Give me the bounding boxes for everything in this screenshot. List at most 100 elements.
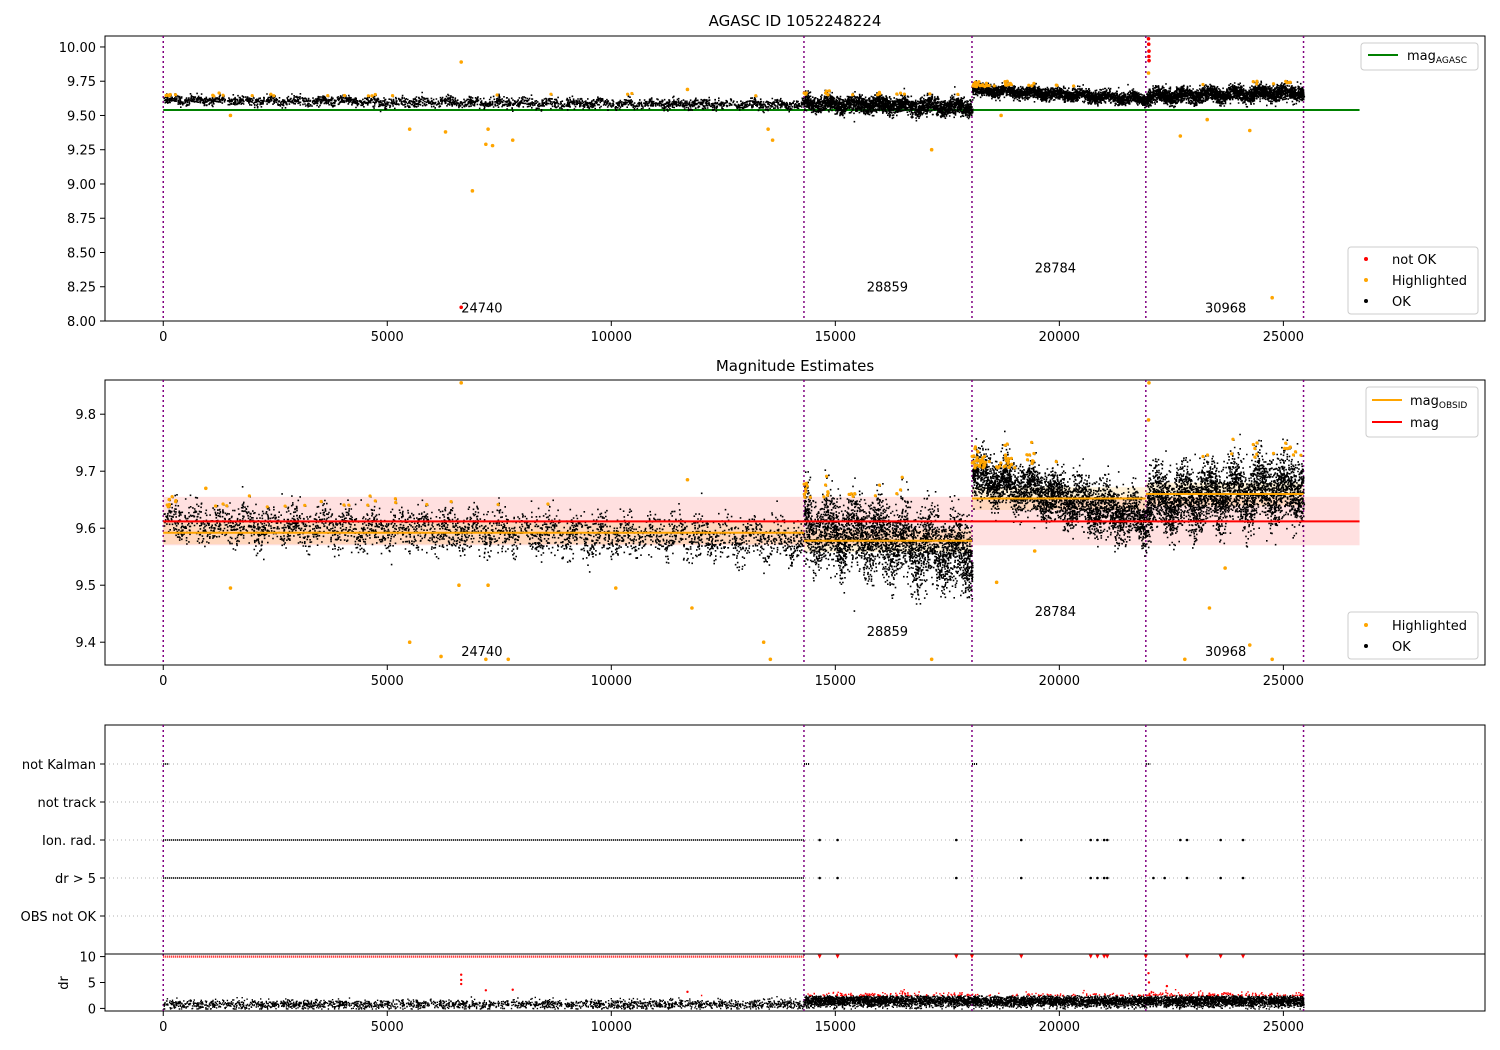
dr-high-point bbox=[484, 989, 488, 992]
highlighted-point bbox=[347, 503, 351, 507]
highlighted-point bbox=[319, 499, 323, 504]
legend-label: Highlighted bbox=[1392, 274, 1467, 289]
highlighted-point bbox=[1013, 466, 1017, 470]
highlighted-point bbox=[1002, 465, 1006, 469]
magnitude-estimates-panel: Magnitude Estimates 24740 28859 28784 30968… bbox=[75, 357, 1486, 689]
highlighted-point bbox=[803, 487, 808, 491]
flag-point bbox=[836, 876, 839, 880]
highlighted-point bbox=[393, 497, 397, 501]
y-tick-label: 9.7 bbox=[75, 465, 96, 480]
highlighted-point bbox=[167, 94, 171, 98]
highlighted-point bbox=[877, 483, 882, 487]
dr-clipped-marker bbox=[1088, 954, 1093, 959]
y-tick-label: 9.8 bbox=[75, 408, 96, 423]
highlighted-point bbox=[1027, 453, 1032, 457]
highlighted-point bbox=[928, 92, 932, 96]
highlighted-point bbox=[1253, 455, 1257, 459]
highlighted-point bbox=[1003, 456, 1008, 460]
x-tick-label: 10000 bbox=[591, 674, 632, 689]
highlighted-point bbox=[803, 495, 807, 499]
highlighted-point bbox=[407, 640, 412, 644]
flag-point bbox=[1089, 876, 1093, 880]
highlighted-point bbox=[1054, 459, 1058, 464]
highlighted-point bbox=[506, 657, 511, 662]
dr-clipped-marker bbox=[1143, 954, 1148, 959]
highlighted-point bbox=[804, 91, 808, 95]
dr-clipped-marker bbox=[1019, 954, 1024, 959]
x-tick-label: 20000 bbox=[1039, 1020, 1080, 1035]
highlighted-point bbox=[510, 138, 515, 142]
legend-label: OK bbox=[1392, 295, 1411, 310]
flag-point bbox=[1241, 838, 1245, 842]
highlighted-point bbox=[808, 495, 812, 499]
x-tick-label: 25000 bbox=[1263, 674, 1304, 689]
highlighted-point bbox=[1032, 549, 1037, 553]
highlighted-point bbox=[895, 92, 899, 96]
flag-point bbox=[1219, 838, 1222, 842]
highlighted-point bbox=[484, 142, 488, 147]
highlighted-point bbox=[876, 93, 880, 97]
panel-title: Magnitude Estimates bbox=[716, 357, 874, 375]
x-tick-label: 15000 bbox=[815, 330, 856, 345]
obsid-label: 28859 bbox=[867, 281, 908, 296]
legend-label: not OK bbox=[1392, 253, 1437, 268]
highlighted-point bbox=[873, 494, 877, 498]
not-ok-point bbox=[1147, 54, 1151, 59]
not-ok-point bbox=[1146, 36, 1151, 41]
panel-title: AGASC ID 1052248224 bbox=[709, 12, 882, 30]
flag-point bbox=[1089, 838, 1093, 842]
highlighted-point bbox=[1207, 606, 1212, 610]
highlighted-point bbox=[373, 499, 377, 503]
highlighted-point bbox=[212, 94, 216, 98]
highlighted-point bbox=[1146, 418, 1151, 422]
highlighted-point bbox=[978, 458, 983, 462]
highlighted-point bbox=[851, 93, 855, 97]
highlighted-point bbox=[975, 458, 979, 462]
flag-point bbox=[1102, 838, 1106, 842]
highlighted-point bbox=[1030, 440, 1034, 444]
highlighted-point bbox=[1223, 566, 1227, 570]
flag-point bbox=[1105, 838, 1109, 842]
highlighted-point bbox=[995, 465, 999, 469]
highlighted-point bbox=[975, 83, 979, 87]
x-tick-label: 5000 bbox=[371, 330, 404, 345]
flag-category-label: not Kalman bbox=[22, 758, 96, 773]
obsid-label: 28784 bbox=[1035, 262, 1076, 277]
highlighted-point bbox=[439, 654, 443, 659]
highlighted-point bbox=[690, 606, 694, 610]
highlighted-point bbox=[823, 483, 828, 487]
highlighted-point bbox=[900, 475, 904, 479]
x-tick-label: 0 bbox=[159, 674, 167, 689]
highlighted-point bbox=[449, 499, 453, 504]
highlighted-point bbox=[303, 503, 307, 507]
dr-clipped-marker bbox=[1218, 954, 1223, 959]
highlighted-point bbox=[1255, 441, 1259, 445]
highlighted-point bbox=[983, 463, 987, 467]
highlighted-point bbox=[902, 92, 906, 96]
highlighted-point bbox=[847, 492, 851, 496]
figure: AGASC ID 1052248224 24740 28859 28784 30968… bbox=[21, 12, 1486, 1035]
highlighted-point bbox=[1183, 657, 1187, 662]
highlighted-point bbox=[272, 94, 276, 98]
not-ok-point bbox=[1146, 42, 1151, 47]
highlighted-point bbox=[1284, 79, 1288, 83]
legend-marker bbox=[1364, 644, 1368, 648]
highlighted-point bbox=[898, 488, 903, 492]
highlighted-point bbox=[770, 138, 775, 142]
dr-clipped-marker bbox=[1105, 954, 1110, 959]
obsid-label: 28784 bbox=[1035, 605, 1076, 620]
highlighted-point bbox=[1009, 456, 1013, 461]
highlighted-point bbox=[1071, 84, 1076, 88]
highlighted-point bbox=[1146, 71, 1151, 75]
flag-point bbox=[1185, 838, 1189, 842]
highlighted-point bbox=[425, 502, 429, 507]
dr-high-point bbox=[1165, 984, 1169, 988]
highlighted-point bbox=[269, 92, 273, 96]
obsid-label: 24740 bbox=[461, 645, 502, 660]
flag-category-label: OBS not OK bbox=[21, 910, 97, 925]
y-tick-label: 8.75 bbox=[67, 212, 96, 227]
legend-label: mag bbox=[1410, 416, 1439, 431]
x-tick-label: 20000 bbox=[1039, 674, 1080, 689]
flag-point bbox=[836, 838, 839, 842]
highlighted-point bbox=[984, 84, 988, 88]
